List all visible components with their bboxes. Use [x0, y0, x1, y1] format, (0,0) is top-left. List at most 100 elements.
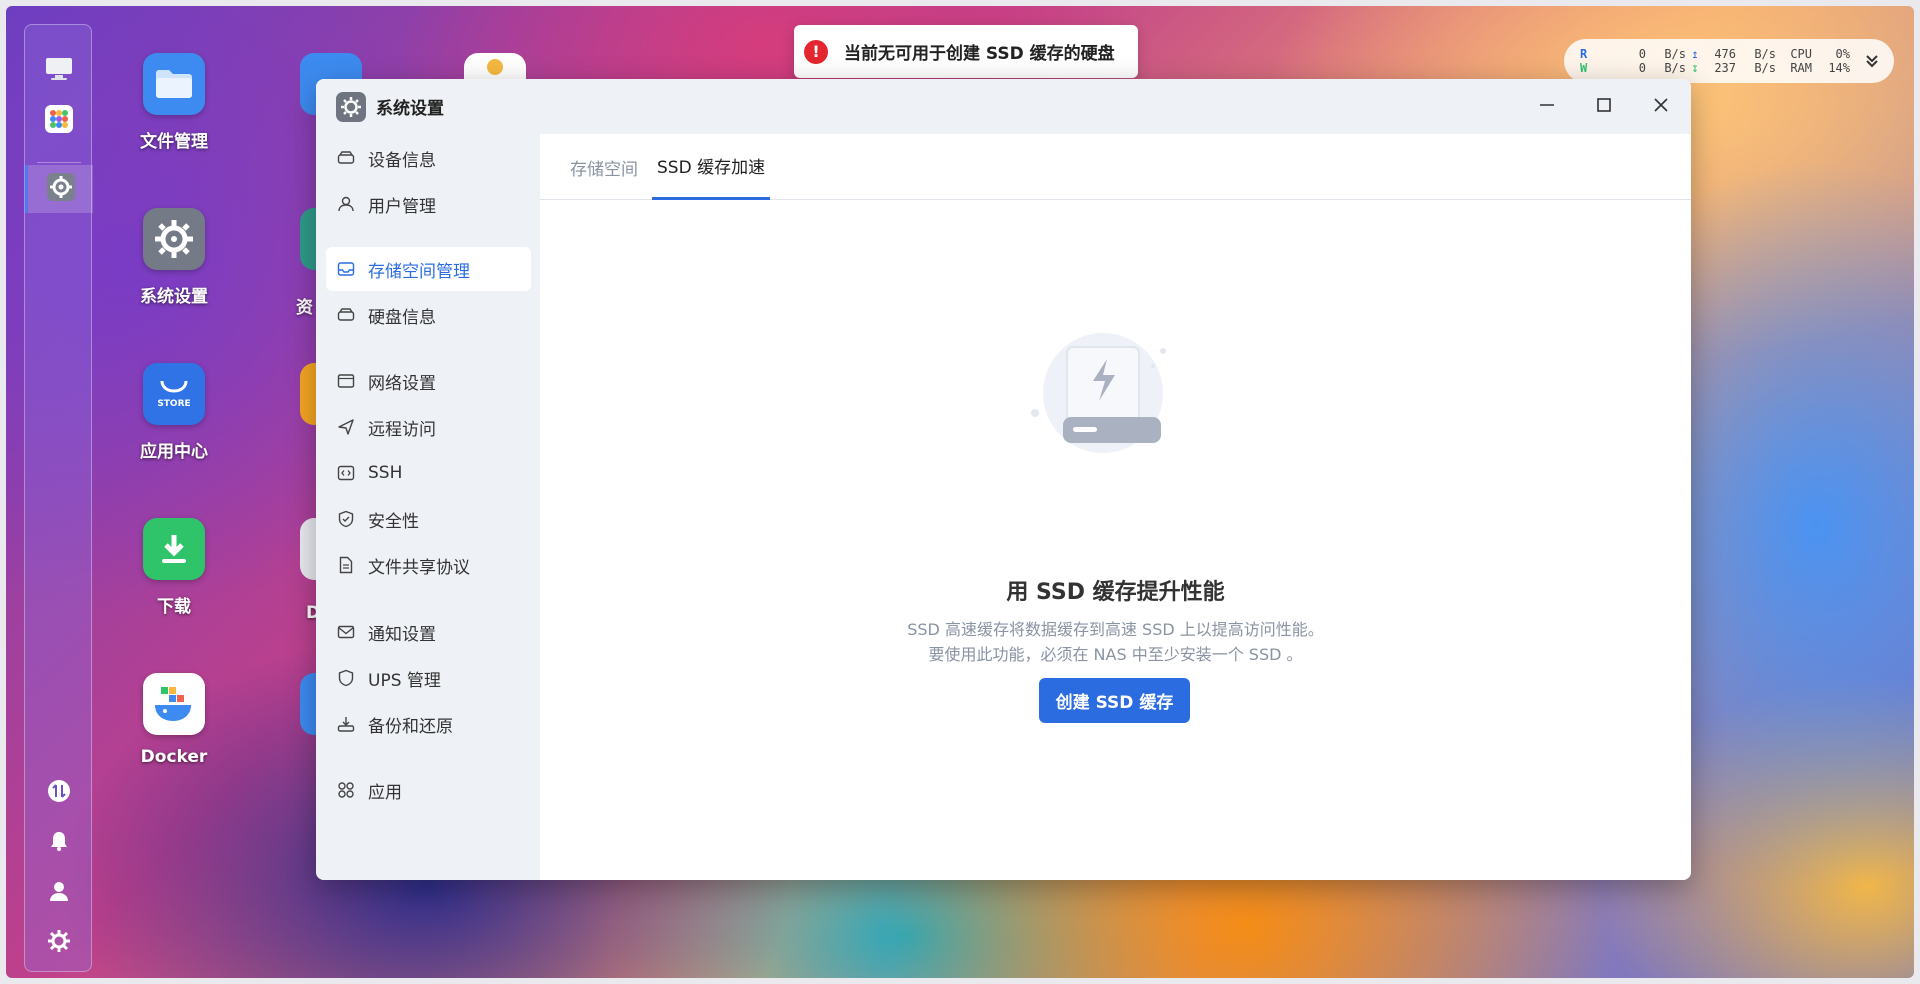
sidebar-item-label: 用户管理 [368, 196, 436, 217]
sidebar-item-file-sharing[interactable]: 文件共享协议 [326, 543, 531, 587]
sidebar-item-label: 文件共享协议 [368, 557, 470, 578]
mail-icon [336, 622, 356, 642]
apps-grid-icon [44, 104, 74, 138]
partial-app-label-1: 资 [296, 298, 313, 318]
create-ssd-cache-button[interactable]: 创建 SSD 缓存 [1039, 678, 1190, 723]
dock-settings-button[interactable] [25, 919, 93, 967]
dock [24, 24, 93, 972]
window-titlebar[interactable]: 系统设置 [316, 79, 1691, 134]
shield-check-icon [336, 509, 356, 529]
docker-icon [143, 673, 205, 735]
sidebar-item-label: 网络设置 [368, 373, 436, 394]
sidebar-item-apps[interactable]: 应用 [326, 768, 531, 812]
dock-user-button[interactable] [25, 869, 93, 917]
dock-transfer-button[interactable] [25, 769, 93, 817]
maximize-icon [1595, 96, 1613, 118]
gear-icon [143, 208, 205, 270]
minimize-icon [1538, 96, 1556, 118]
app-label: Docker [140, 747, 208, 767]
folder-icon [143, 53, 205, 115]
write-unit: B/s [1664, 61, 1686, 75]
app-label: 文件管理 [140, 132, 208, 152]
settings-gear-icon [47, 929, 71, 957]
sidebar-item-label: 硬盘信息 [368, 307, 436, 328]
download-unit: B/s [1754, 61, 1776, 75]
app-label: 下载 [157, 597, 191, 617]
apps-icon [336, 780, 356, 800]
settings-sidebar: 设备信息 用户管理 存储空间管理 硬盘信息 网络设置 远程访问 SSH 安全性 … [316, 134, 540, 880]
gear-icon [336, 91, 366, 122]
sidebar-item-label: 应用 [368, 782, 402, 803]
app-launcher-button[interactable] [25, 97, 93, 145]
write-label: W [1580, 61, 1588, 75]
read-label: R [1580, 47, 1588, 61]
empty-state-description-1: SSD 高速缓存将数据缓存到高速 SSD 上以提高访问性能。 [907, 620, 1324, 639]
bell-icon [47, 829, 71, 857]
sidebar-item-label: 存储空间管理 [368, 261, 470, 282]
error-toast: ! 当前无可用于创建 SSD 缓存的硬盘 [794, 25, 1138, 78]
sidebar-item-device-info[interactable]: 设备信息 [326, 136, 531, 180]
sidebar-item-label: UPS 管理 [368, 670, 441, 691]
read-unit: B/s [1664, 47, 1686, 61]
dock-notification-button[interactable] [25, 819, 93, 867]
sidebar-item-label: 设备信息 [368, 150, 436, 171]
sidebar-item-disk-info[interactable]: 硬盘信息 [326, 293, 531, 337]
tab-storage-space[interactable]: 存储空间 [570, 134, 638, 200]
close-button[interactable] [1645, 91, 1677, 123]
resource-monitor-widget[interactable]: R 0 B/s ↥ 476 B/s CPU 0% W 0 B/s ↧ 237 B… [1564, 39, 1894, 83]
gear-icon [46, 172, 76, 206]
desktop-app-store[interactable]: STORE 应用中心 [114, 363, 234, 462]
cpu-value: 0% [1835, 47, 1850, 61]
app-label: 系统设置 [140, 287, 208, 307]
upload-unit: B/s [1754, 47, 1776, 61]
sidebar-item-network-settings[interactable]: 网络设置 [326, 359, 531, 403]
storage-icon [336, 259, 356, 279]
sidebar-item-label: 通知设置 [368, 624, 436, 645]
ram-label: RAM [1790, 61, 1812, 75]
window-title: 系统设置 [376, 99, 444, 119]
dock-system-settings[interactable] [25, 165, 93, 213]
double-chevron-down-icon [1862, 55, 1882, 74]
show-desktop-button[interactable] [25, 47, 93, 95]
sidebar-item-label: SSH [368, 463, 403, 483]
sidebar-item-label: 远程访问 [368, 419, 436, 440]
maximize-button[interactable] [1588, 91, 1620, 123]
download-arrow-icon: ↧ [1691, 61, 1699, 75]
desktop-app-system-settings[interactable]: 系统设置 [114, 208, 234, 307]
sidebar-item-ssh[interactable]: SSH [326, 451, 531, 495]
write-speed: 0 [1638, 61, 1646, 75]
read-speed: 0 [1638, 47, 1646, 61]
toast-message: 当前无可用于创建 SSD 缓存的硬盘 [844, 44, 1115, 64]
sidebar-item-backup[interactable]: 备份和还原 [326, 702, 531, 746]
sidebar-item-ups[interactable]: UPS 管理 [326, 656, 531, 700]
sidebar-item-user-management[interactable]: 用户管理 [326, 182, 531, 226]
upload-arrow-icon: ↥ [1691, 47, 1699, 61]
sidebar-item-storage-management[interactable]: 存储空间管理 [326, 247, 531, 291]
ssd-illustration [1025, 331, 1175, 461]
download-icon [143, 518, 205, 580]
desktop-app-download[interactable]: 下载 [114, 518, 234, 617]
tab-ssd-cache[interactable]: SSD 缓存加速 [652, 134, 771, 200]
app-label: 应用中心 [140, 442, 208, 462]
minimize-button[interactable] [1531, 91, 1563, 123]
desktop-app-docker[interactable]: Docker [114, 673, 234, 767]
user-icon [336, 194, 356, 214]
network-icon [336, 371, 356, 391]
sidebar-item-security[interactable]: 安全性 [326, 497, 531, 541]
empty-state-description-2: 要使用此功能，必须在 NAS 中至少安装一个 SSD 。 [928, 645, 1303, 664]
sidebar-item-remote-access[interactable]: 远程访问 [326, 405, 531, 449]
store-badge: STORE [157, 399, 191, 409]
ram-value: 14% [1828, 61, 1850, 75]
shield-icon [336, 668, 356, 688]
system-settings-window: 系统设置 设备信息 用户管理 存储空间管理 硬盘信息 网络设置 远程访问 SSH… [316, 79, 1691, 880]
error-icon: ! [804, 39, 828, 64]
sidebar-item-notifications[interactable]: 通知设置 [326, 610, 531, 654]
collapse-monitor-button[interactable] [1862, 51, 1882, 71]
user-icon [47, 879, 71, 907]
desktop-app-file-manager[interactable]: 文件管理 [114, 53, 234, 152]
upload-speed: 476 [1714, 47, 1736, 61]
desktop: 文件管理 系统设置 STORE 应用中心 下载 Docker 资 D R 0 B… [6, 6, 1914, 978]
send-icon [336, 417, 356, 437]
monitor-row-read: R 0 B/s ↥ 476 B/s CPU 0% [1580, 47, 1850, 61]
disk-icon [336, 305, 356, 325]
